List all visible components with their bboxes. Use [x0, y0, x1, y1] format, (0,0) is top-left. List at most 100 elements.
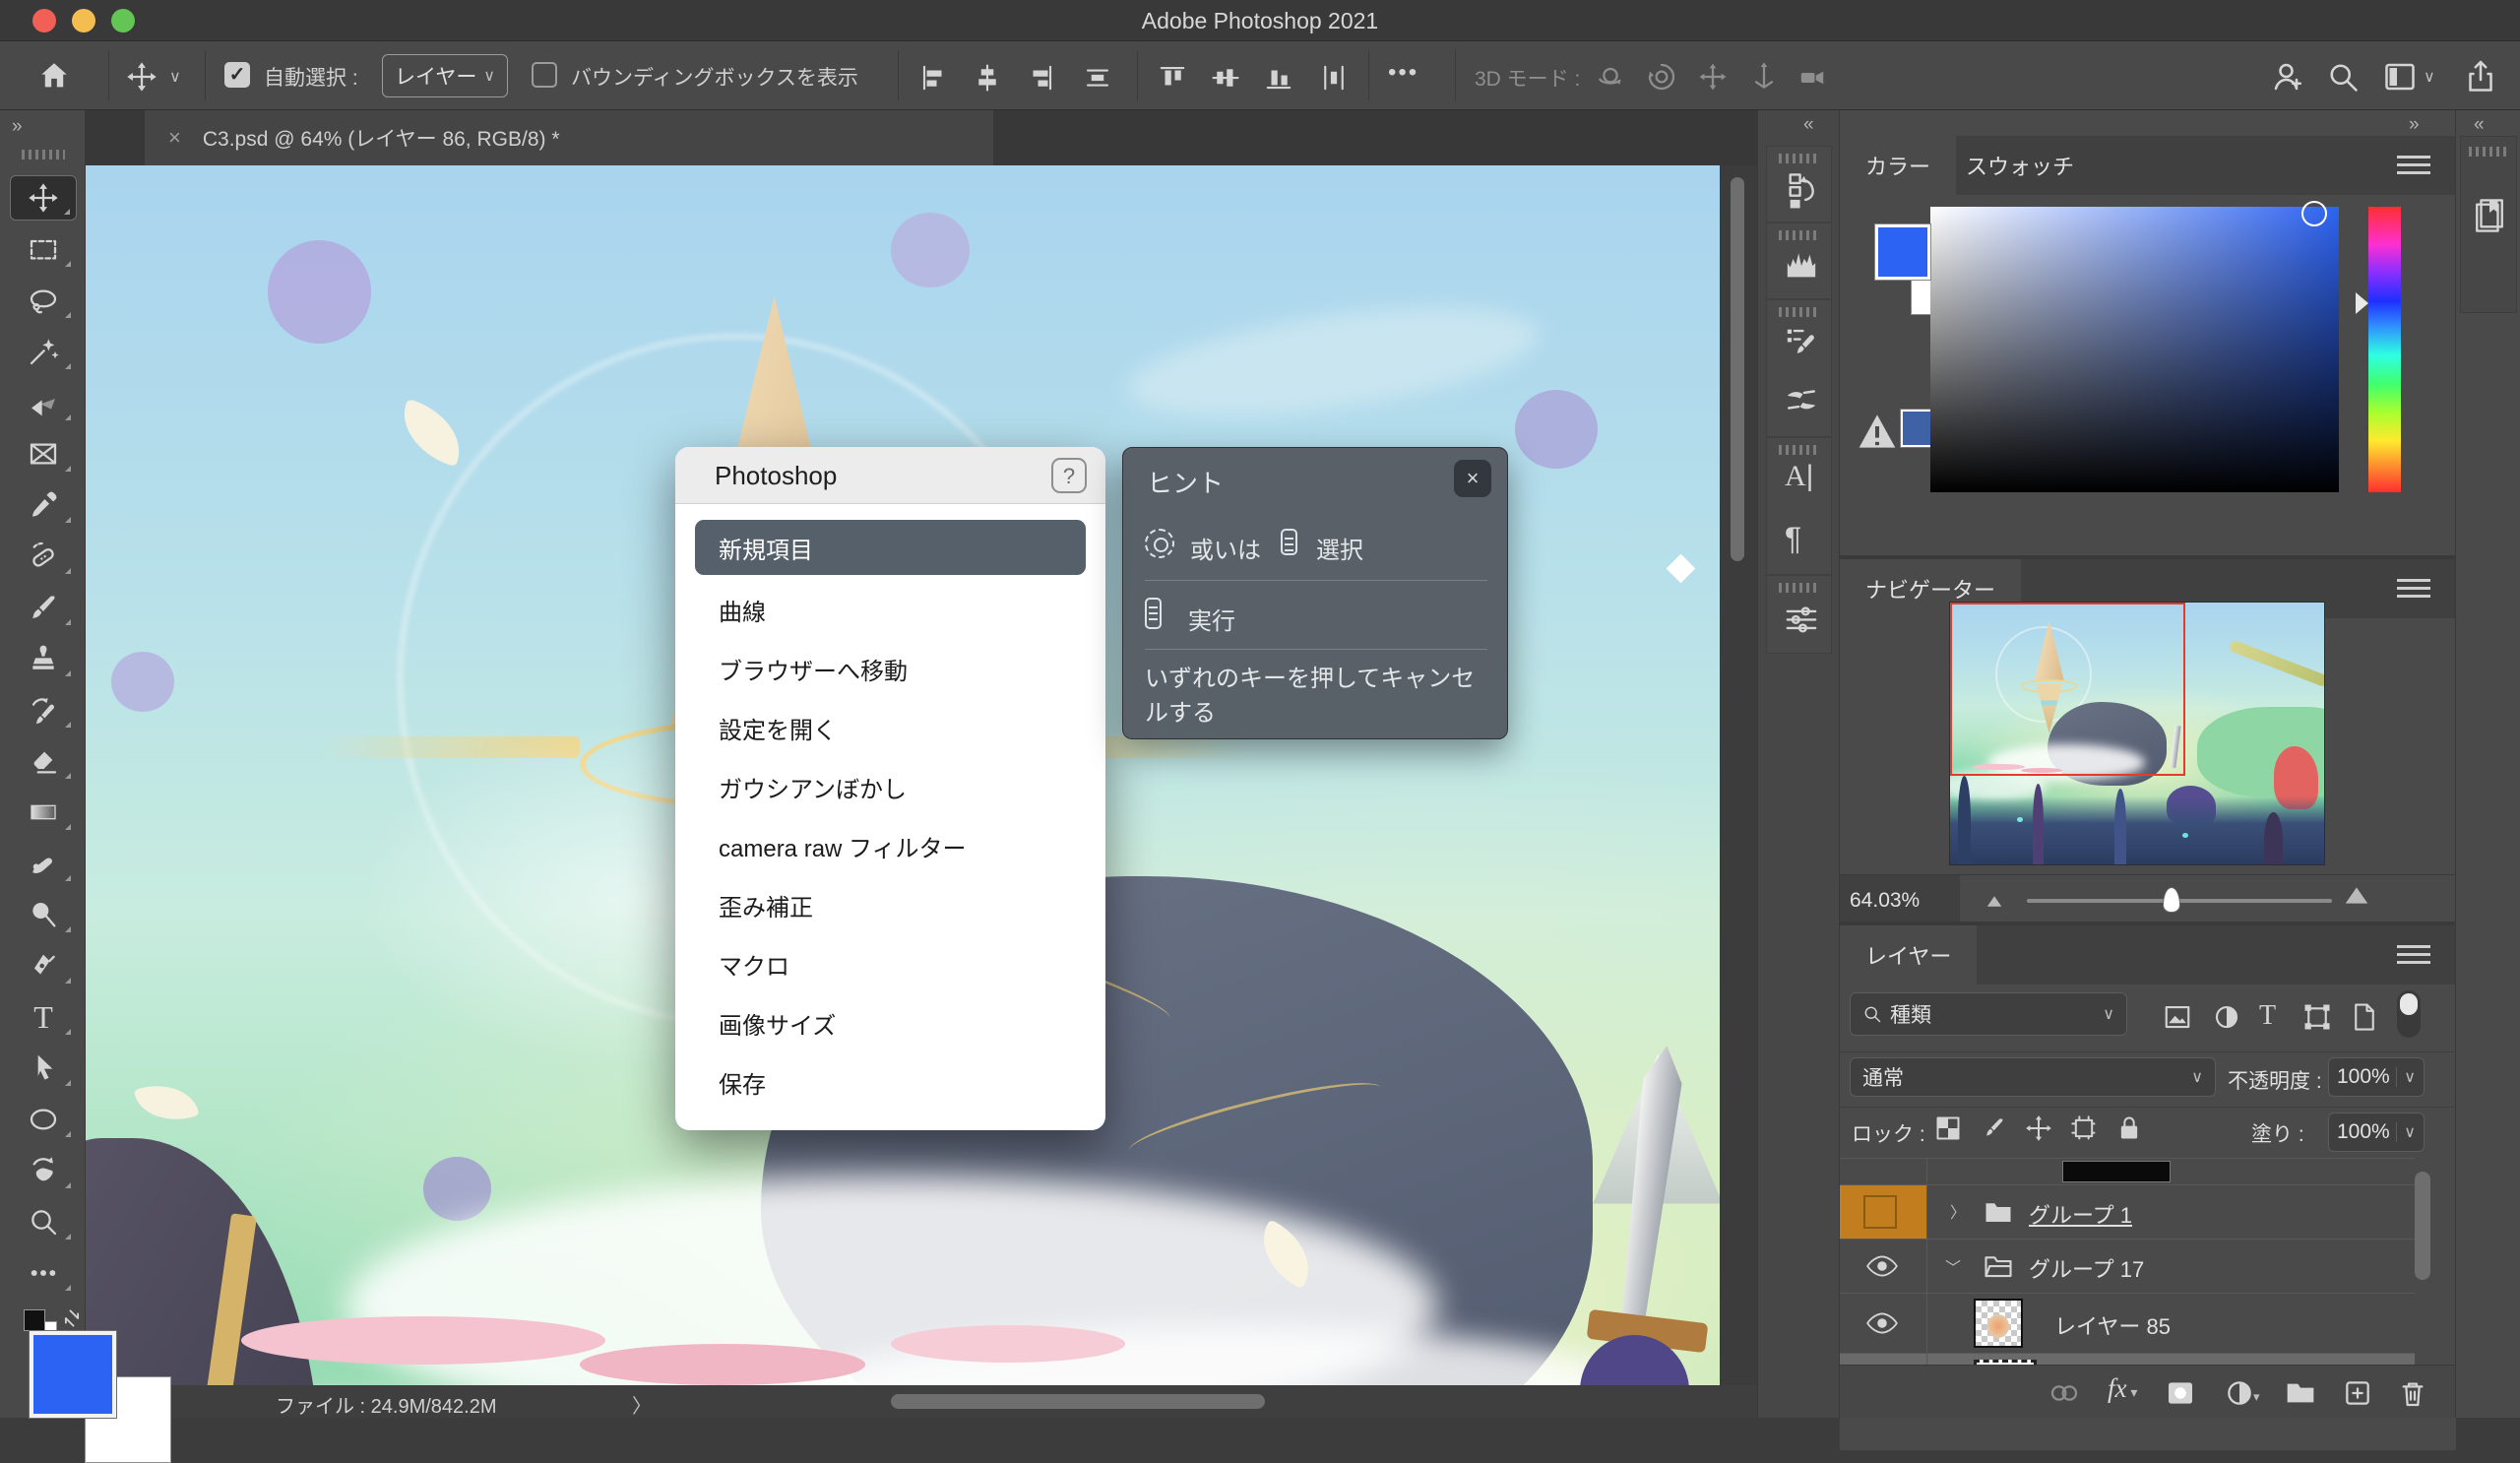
edit-toolbar-icon[interactable]: [10, 1250, 77, 1296]
dialog-item-image-size[interactable]: 画像サイズ: [695, 1001, 1086, 1045]
crop-tool[interactable]: [10, 380, 77, 425]
new-adjustment-layer-icon[interactable]: ▾: [2224, 1377, 2255, 1409]
layer-name[interactable]: レイヤー 85: [2054, 1309, 2171, 1341]
hue-strip[interactable]: [2368, 207, 2401, 492]
smudge-tool[interactable]: [10, 841, 77, 886]
paragraph-panel-icon[interactable]: ¶: [1785, 521, 1801, 557]
opacity-field[interactable]: 100%∨: [2328, 1057, 2425, 1097]
filter-pixel-layers-icon[interactable]: [2163, 1002, 2192, 1032]
filter-adjustment-icon[interactable]: [2212, 1002, 2241, 1032]
new-group-icon[interactable]: [2285, 1377, 2316, 1409]
color-panel-menu-icon[interactable]: [2397, 156, 2430, 177]
tab-layers[interactable]: レイヤー: [1840, 925, 1977, 985]
dialog-item-open-settings[interactable]: 設定を開く: [695, 706, 1086, 749]
eraser-tool[interactable]: [10, 738, 77, 784]
lasso-tool[interactable]: [10, 278, 77, 323]
frame-tool[interactable]: [10, 431, 77, 477]
layer-list-scrollbar[interactable]: [2415, 1172, 2430, 1280]
lock-position-icon[interactable]: [2025, 1114, 2052, 1142]
group1-label-color[interactable]: [1840, 1185, 1926, 1239]
hue-slider-pointer[interactable]: [2356, 292, 2368, 314]
bbox-checkbox[interactable]: [532, 62, 557, 88]
layer-name[interactable]: グループ 1: [2029, 1198, 2132, 1230]
move-tool-icon[interactable]: [126, 61, 158, 93]
home-icon[interactable]: [37, 59, 71, 93]
ellipse-shape-tool[interactable]: [10, 1097, 77, 1142]
align-middle-v-icon[interactable]: [1211, 63, 1240, 93]
rotate-view-hand-tool[interactable]: [10, 1148, 77, 1193]
visibility-eye-icon[interactable]: [1865, 1255, 1899, 1277]
group-collapse-chevron-icon[interactable]: 〉: [1950, 1199, 1966, 1223]
filter-smart-object-icon[interactable]: [2350, 1002, 2379, 1032]
link-layers-icon[interactable]: [2048, 1377, 2080, 1409]
history-brush-tool[interactable]: [10, 687, 77, 732]
document-tab[interactable]: × C3.psd @ 64% (レイヤー 86, RGB/8) *: [145, 110, 993, 165]
align-center-h-icon[interactable]: [973, 63, 1002, 93]
lock-all-icon[interactable]: [2115, 1114, 2143, 1142]
zoom-tool[interactable]: [10, 1199, 77, 1244]
align-top-icon[interactable]: [1158, 63, 1187, 93]
share-icon[interactable]: [2463, 59, 2498, 95]
navigator-thumbnail[interactable]: [1950, 603, 2324, 864]
tab-color[interactable]: カラー: [1840, 136, 1956, 195]
default-colors-icon[interactable]: [24, 1309, 45, 1331]
group-expand-chevron-icon[interactable]: 〉: [1942, 1259, 1966, 1275]
tool-preset-chevron-icon[interactable]: ∨: [169, 67, 181, 87]
more-options-icon[interactable]: •••: [1388, 59, 1418, 87]
add-mask-icon[interactable]: [2165, 1377, 2196, 1409]
distribute-v-icon[interactable]: [1319, 63, 1349, 93]
lock-pixels-icon[interactable]: [1980, 1114, 2007, 1142]
share-user-icon[interactable]: [2270, 59, 2305, 95]
layer-name[interactable]: グループ 17: [2029, 1252, 2144, 1284]
workspace-switcher-icon[interactable]: [2382, 59, 2418, 95]
dialog-item-goto-browser[interactable]: ブラウザーへ移動: [695, 647, 1086, 690]
filter-toggle-switch[interactable]: [2397, 990, 2421, 1038]
history-panel-button[interactable]: [1766, 146, 1832, 223]
auto-select-checkbox[interactable]: ✓: [224, 62, 250, 88]
align-left-icon[interactable]: [919, 63, 949, 93]
magic-wand-tool[interactable]: [10, 329, 77, 374]
layer-row-group1[interactable]: 〉 グループ 1: [1840, 1184, 2415, 1238]
clone-stamp-tool[interactable]: [10, 636, 77, 681]
align-bottom-icon[interactable]: [1264, 63, 1293, 93]
status-chevron-icon[interactable]: 〉: [632, 1390, 652, 1419]
distribute-h-icon[interactable]: [1083, 63, 1112, 93]
blend-mode-dropdown[interactable]: 通常∨: [1850, 1057, 2216, 1097]
filter-type-icon[interactable]: T: [2259, 1000, 2276, 1032]
layer-row-layer85[interactable]: レイヤー 85: [1840, 1293, 2415, 1352]
zoom-in-icon[interactable]: [2348, 889, 2365, 902]
workspace-chevron-icon[interactable]: ∨: [2424, 67, 2435, 87]
dialog-item-curves[interactable]: 曲線: [695, 588, 1086, 631]
align-right-icon[interactable]: [1026, 63, 1055, 93]
swap-colors-icon[interactable]: [59, 1305, 85, 1331]
dialog-item-lens-correct[interactable]: 歪み補正: [695, 883, 1086, 926]
color-saturation-field[interactable]: [1930, 207, 2339, 492]
new-layer-icon[interactable]: [2342, 1377, 2373, 1409]
character-panel-icon[interactable]: A|: [1785, 460, 1813, 493]
layer-thumbnail[interactable]: [1974, 1299, 2023, 1348]
brush-tool[interactable]: [10, 585, 77, 630]
layer-row-group17[interactable]: 〉 グループ 17: [1840, 1239, 2415, 1292]
navigator-zoom-field[interactable]: 64.03%: [1840, 875, 1960, 926]
color-foreground-swatch[interactable]: [1875, 224, 1930, 280]
lock-artboard-icon[interactable]: [2070, 1114, 2098, 1142]
tools-grip[interactable]: [22, 150, 65, 159]
properties-panel-button[interactable]: [1766, 575, 1832, 654]
dialog-item-save[interactable]: 保存: [695, 1060, 1086, 1104]
path-select-tool[interactable]: [10, 1046, 77, 1091]
dodge-tool[interactable]: [10, 892, 77, 937]
foreground-color-swatch[interactable]: [30, 1331, 116, 1418]
marquee-tool[interactable]: [10, 226, 77, 272]
brush-settings-icon[interactable]: [1785, 324, 1818, 357]
horizontal-scrollbar[interactable]: [891, 1394, 1265, 1409]
expand-library-icon[interactable]: «: [2474, 114, 2483, 136]
gamut-warning-icon[interactable]: [1858, 412, 1897, 451]
lock-transparency-icon[interactable]: [1934, 1114, 1962, 1142]
navigator-zoom-thumb[interactable]: [2163, 887, 2180, 913]
vertical-scrollbar[interactable]: [1731, 177, 1744, 561]
delete-layer-icon[interactable]: [2397, 1377, 2428, 1409]
healing-brush-tool[interactable]: [10, 534, 77, 579]
brushes-panel-icon[interactable]: [1785, 383, 1818, 416]
libraries-panel-button[interactable]: [2460, 136, 2517, 313]
collapse-panels-icon[interactable]: »: [2409, 114, 2418, 136]
